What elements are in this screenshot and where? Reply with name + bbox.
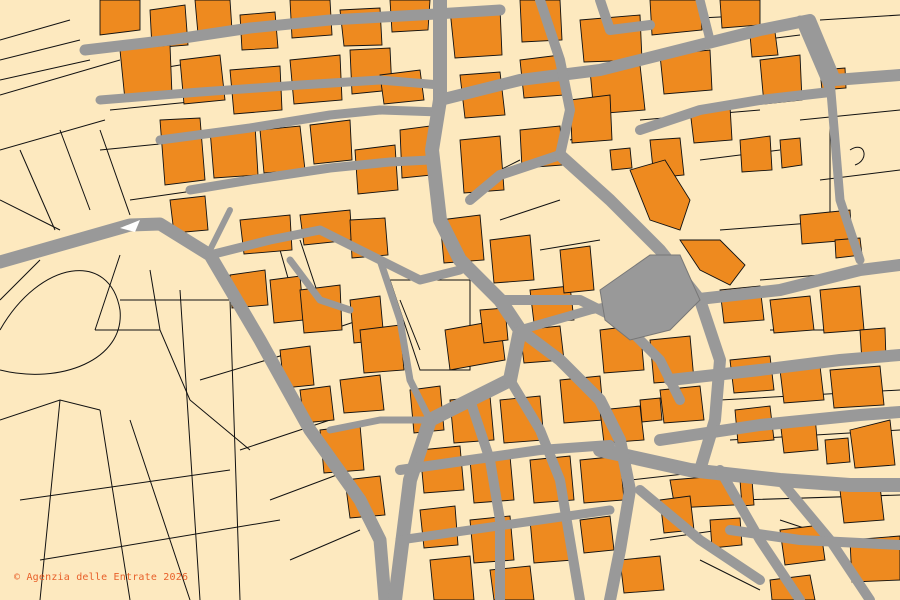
- map-attribution: © Agenzia delle Entrate 2026: [14, 572, 189, 583]
- map-canvas[interactable]: [0, 0, 900, 600]
- cadastral-map[interactable]: © Agenzia delle Entrate 2026: [0, 0, 900, 600]
